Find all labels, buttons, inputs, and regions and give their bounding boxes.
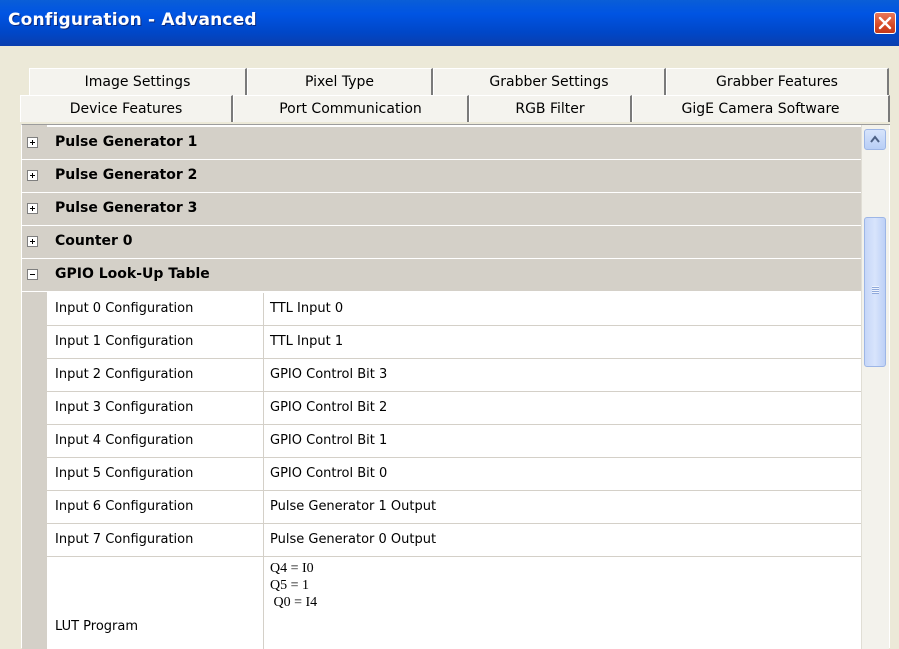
lut-program-editor[interactable]: Q4 = I0 Q5 = 1 Q0 = I4 bbox=[270, 560, 317, 611]
property-row-input-4[interactable]: Input 4 Configuration GPIO Control Bit 1 bbox=[47, 425, 862, 458]
property-value[interactable]: TTL Input 0 bbox=[270, 301, 343, 316]
tab-device-features[interactable]: Device Features bbox=[20, 95, 233, 122]
chevron-up-icon bbox=[870, 135, 880, 143]
grip-icon bbox=[872, 286, 879, 294]
expand-plus-icon[interactable] bbox=[27, 170, 38, 181]
scroll-thumb[interactable] bbox=[864, 217, 886, 367]
tab-pixel-type[interactable]: Pixel Type bbox=[247, 68, 433, 95]
window-title: Configuration - Advanced bbox=[8, 10, 257, 30]
tab-port-communication[interactable]: Port Communication bbox=[233, 95, 469, 122]
property-name: LUT Program bbox=[47, 557, 264, 649]
property-value[interactable]: GPIO Control Bit 2 bbox=[270, 400, 387, 415]
property-name: Input 7 Configuration bbox=[47, 524, 264, 556]
property-value[interactable]: GPIO Control Bit 1 bbox=[270, 433, 387, 448]
category-label: Counter 0 bbox=[55, 233, 133, 249]
property-row-input-1[interactable]: Input 1 Configuration TTL Input 1 bbox=[47, 326, 862, 359]
property-row-input-7[interactable]: Input 7 Configuration Pulse Generator 0 … bbox=[47, 524, 862, 557]
property-row-input-2[interactable]: Input 2 Configuration GPIO Control Bit 3 bbox=[47, 359, 862, 392]
property-row-lut-program[interactable]: LUT Program Q4 = I0 Q5 = 1 Q0 = I4 bbox=[47, 557, 862, 649]
category-pulse-generator-1[interactable]: Pulse Generator 1 bbox=[22, 127, 862, 160]
category-counter-0[interactable]: Counter 0 bbox=[22, 226, 862, 259]
tab-image-settings[interactable]: Image Settings bbox=[29, 68, 247, 95]
category-pulse-generator-2[interactable]: Pulse Generator 2 bbox=[22, 160, 862, 193]
tab-rgb-filter[interactable]: RGB Filter bbox=[469, 95, 632, 122]
property-value[interactable]: GPIO Control Bit 0 bbox=[270, 466, 387, 481]
property-value[interactable]: Pulse Generator 0 Output bbox=[270, 532, 436, 547]
property-name: Input 4 Configuration bbox=[47, 425, 264, 457]
title-bar[interactable]: Configuration - Advanced bbox=[0, 0, 899, 46]
category-label: Pulse Generator 2 bbox=[55, 167, 198, 183]
property-value[interactable]: TTL Input 1 bbox=[270, 334, 343, 349]
property-name: Input 3 Configuration bbox=[47, 392, 264, 424]
category-label: Pulse Generator 1 bbox=[55, 134, 198, 150]
collapse-minus-icon[interactable] bbox=[27, 269, 38, 280]
property-row-input-3[interactable]: Input 3 Configuration GPIO Control Bit 2 bbox=[47, 392, 862, 425]
property-value[interactable]: Pulse Generator 1 Output bbox=[270, 499, 436, 514]
category-label: Pulse Generator 3 bbox=[55, 200, 198, 216]
expand-plus-icon[interactable] bbox=[27, 137, 38, 148]
tab-row-back: Image Settings Pixel Type Grabber Settin… bbox=[29, 68, 889, 95]
expand-plus-icon[interactable] bbox=[27, 236, 38, 247]
vertical-scrollbar[interactable] bbox=[861, 125, 889, 649]
category-label: GPIO Look-Up Table bbox=[55, 266, 210, 282]
expand-plus-icon[interactable] bbox=[27, 203, 38, 214]
property-row-input-6[interactable]: Input 6 Configuration Pulse Generator 1 … bbox=[47, 491, 862, 524]
property-value[interactable]: GPIO Control Bit 3 bbox=[270, 367, 387, 382]
tab-grabber-settings[interactable]: Grabber Settings bbox=[433, 68, 666, 95]
property-name: Input 2 Configuration bbox=[47, 359, 264, 391]
scroll-up-button[interactable] bbox=[864, 129, 886, 150]
property-name: Input 0 Configuration bbox=[47, 293, 264, 325]
tab-grabber-features[interactable]: Grabber Features bbox=[666, 68, 889, 95]
property-grid-panel: Pulse Generator 1 Pulse Generator 2 Puls… bbox=[21, 124, 890, 649]
property-name: Input 1 Configuration bbox=[47, 326, 264, 358]
category-gpio-look-up-table[interactable]: GPIO Look-Up Table bbox=[22, 259, 862, 292]
category-pulse-generator-3[interactable]: Pulse Generator 3 bbox=[22, 193, 862, 226]
property-row-input-5[interactable]: Input 5 Configuration GPIO Control Bit 0 bbox=[47, 458, 862, 491]
property-name: Input 6 Configuration bbox=[47, 491, 264, 523]
property-name: Input 5 Configuration bbox=[47, 458, 264, 490]
close-button[interactable] bbox=[874, 12, 896, 34]
tab-gige-camera-software[interactable]: GigE Camera Software bbox=[632, 95, 890, 122]
tab-strip: Image Settings Pixel Type Grabber Settin… bbox=[20, 68, 890, 123]
close-icon bbox=[878, 16, 892, 30]
property-row-input-0[interactable]: Input 0 Configuration TTL Input 0 bbox=[47, 293, 862, 326]
tab-row-front: Device Features Port Communication RGB F… bbox=[20, 95, 890, 122]
